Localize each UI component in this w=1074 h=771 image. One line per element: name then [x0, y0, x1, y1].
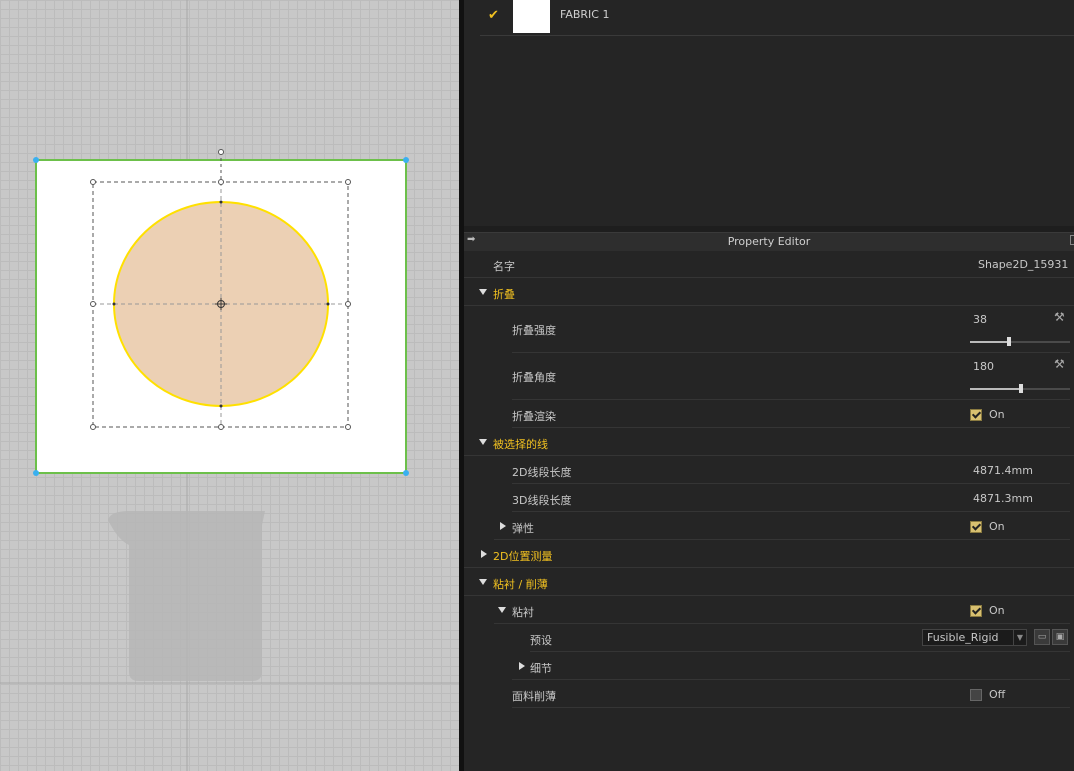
fold-angle-slider[interactable] — [970, 384, 1070, 393]
skive-checkbox[interactable] — [970, 689, 982, 701]
pattern-corner-point[interactable] — [33, 470, 39, 476]
section-fuse-skive[interactable]: 粘衬 / 削薄 — [464, 568, 1074, 596]
folder-icon[interactable]: ▭ — [1034, 629, 1050, 645]
shape-point[interactable] — [219, 404, 223, 408]
fold-strength-slider[interactable] — [970, 337, 1070, 346]
object-browser: ✔ FABRIC 1 — [464, 0, 1074, 226]
len2d-row: 2D线段长度 4871.4mm — [512, 456, 1070, 484]
name-label: 名字 — [493, 260, 515, 273]
fuse-value: On — [989, 604, 1005, 617]
fold-render-row: 折叠渲染 On — [512, 400, 1070, 428]
save-icon[interactable]: ▣ — [1052, 629, 1068, 645]
canvas-drawing — [0, 0, 459, 771]
scale-handle[interactable] — [218, 179, 224, 185]
2d-pattern-canvas[interactable] — [0, 0, 459, 771]
section-fold-label: 折叠 — [493, 288, 515, 301]
fold-angle-row: 折叠角度 180 ⚒ — [512, 353, 1070, 400]
preset-select-value: Fusible_Rigid — [927, 631, 999, 644]
expand-arrow-icon[interactable] — [519, 662, 525, 670]
expand-arrow-icon[interactable] — [500, 522, 506, 530]
elastic-value: On — [989, 520, 1005, 533]
preset-label: 预设 — [530, 634, 552, 647]
fold-render-label: 折叠渲染 — [512, 410, 556, 423]
section-selected-line-label: 被选择的线 — [493, 438, 548, 451]
fuse-checkbox[interactable] — [970, 605, 982, 617]
scale-handle[interactable] — [90, 179, 96, 185]
shape-point[interactable] — [219, 200, 223, 204]
section-position-measure-label: 2D位置测量 — [493, 550, 553, 563]
pattern-corner-point[interactable] — [403, 470, 409, 476]
panel-corner-icon[interactable] — [1070, 235, 1074, 245]
slider-fill — [970, 388, 1020, 390]
preset-row: 预设 Fusible_Rigid ▼ ▭ ▣ — [530, 624, 1070, 652]
collapse-arrow-icon[interactable] — [479, 289, 487, 295]
avatar-silhouette — [108, 511, 265, 681]
property-editor: 名字 Shape2D_15931 折叠 折叠强度 38 ⚒ 折叠角度 180 ⚒… — [464, 251, 1074, 771]
scale-handle[interactable] — [218, 424, 224, 430]
expand-arrow-icon[interactable] — [481, 550, 487, 558]
slider-thumb[interactable] — [1019, 384, 1023, 393]
section-fold[interactable]: 折叠 — [464, 278, 1074, 306]
pattern-corner-point[interactable] — [403, 157, 409, 163]
detail-label: 细节 — [530, 662, 552, 675]
scale-handle[interactable] — [345, 301, 351, 307]
collapse-arrow-icon[interactable] — [479, 439, 487, 445]
fold-angle-label: 折叠角度 — [512, 371, 556, 384]
detail-row[interactable]: 细节 — [512, 652, 1070, 680]
len3d-value: 4871.3mm — [973, 492, 1033, 505]
section-position-measure[interactable]: 2D位置测量 — [464, 540, 1074, 568]
len3d-row: 3D线段长度 4871.3mm — [512, 484, 1070, 512]
elastic-row[interactable]: 弹性 On — [494, 512, 1070, 540]
skive-label: 面料削薄 — [512, 690, 556, 703]
shape-point[interactable] — [326, 302, 330, 306]
fold-render-checkbox[interactable] — [970, 409, 982, 421]
scale-handle[interactable] — [345, 424, 351, 430]
section-fuse-skive-label: 粘衬 / 削薄 — [493, 578, 548, 591]
collapse-arrow-icon[interactable] — [498, 607, 506, 613]
property-editor-title: Property Editor — [727, 235, 811, 248]
fuse-label: 粘衬 — [512, 606, 534, 619]
fuse-row[interactable]: 粘衬 On — [494, 596, 1070, 624]
name-row: 名字 Shape2D_15931 — [464, 251, 1074, 278]
list-item[interactable]: ✔ FABRIC 1 — [480, 0, 1074, 36]
check-icon[interactable]: ✔ — [488, 8, 499, 23]
len2d-label: 2D线段长度 — [512, 466, 572, 479]
scale-handle[interactable] — [90, 301, 96, 307]
fold-strength-label: 折叠强度 — [512, 324, 556, 337]
slider-fill — [970, 341, 1008, 343]
skive-row: 面料削薄 Off — [512, 680, 1070, 708]
fold-render-value: On — [989, 408, 1005, 421]
wrench-icon[interactable]: ⚒ — [1054, 310, 1065, 324]
property-editor-header: ➡ Property Editor — [464, 232, 1074, 251]
fold-strength-row: 折叠强度 38 ⚒ — [512, 306, 1070, 353]
rotate-handle[interactable] — [218, 149, 224, 155]
scale-handle[interactable] — [90, 424, 96, 430]
preset-select[interactable]: Fusible_Rigid ▼ — [922, 629, 1027, 646]
fabric-name: FABRIC 1 — [560, 8, 610, 21]
fold-angle-value[interactable]: 180 — [973, 360, 994, 373]
len2d-value[interactable]: 4871.4mm — [973, 464, 1033, 477]
fold-strength-value[interactable]: 38 — [973, 313, 987, 326]
shape-point[interactable] — [112, 302, 116, 306]
elastic-label: 弹性 — [512, 522, 534, 535]
scale-handle[interactable] — [345, 179, 351, 185]
dropdown-arrow-icon[interactable]: ▼ — [1013, 630, 1026, 645]
elastic-checkbox[interactable] — [970, 521, 982, 533]
pattern-corner-point[interactable] — [33, 157, 39, 163]
section-selected-line[interactable]: 被选择的线 — [464, 428, 1074, 456]
len3d-label: 3D线段长度 — [512, 494, 572, 507]
skive-value: Off — [989, 688, 1006, 701]
name-value[interactable]: Shape2D_15931 — [978, 258, 1068, 271]
fabric-thumbnail — [513, 0, 550, 33]
slider-thumb[interactable] — [1007, 337, 1011, 346]
collapse-arrow-icon[interactable] — [479, 579, 487, 585]
wrench-icon[interactable]: ⚒ — [1054, 357, 1065, 371]
